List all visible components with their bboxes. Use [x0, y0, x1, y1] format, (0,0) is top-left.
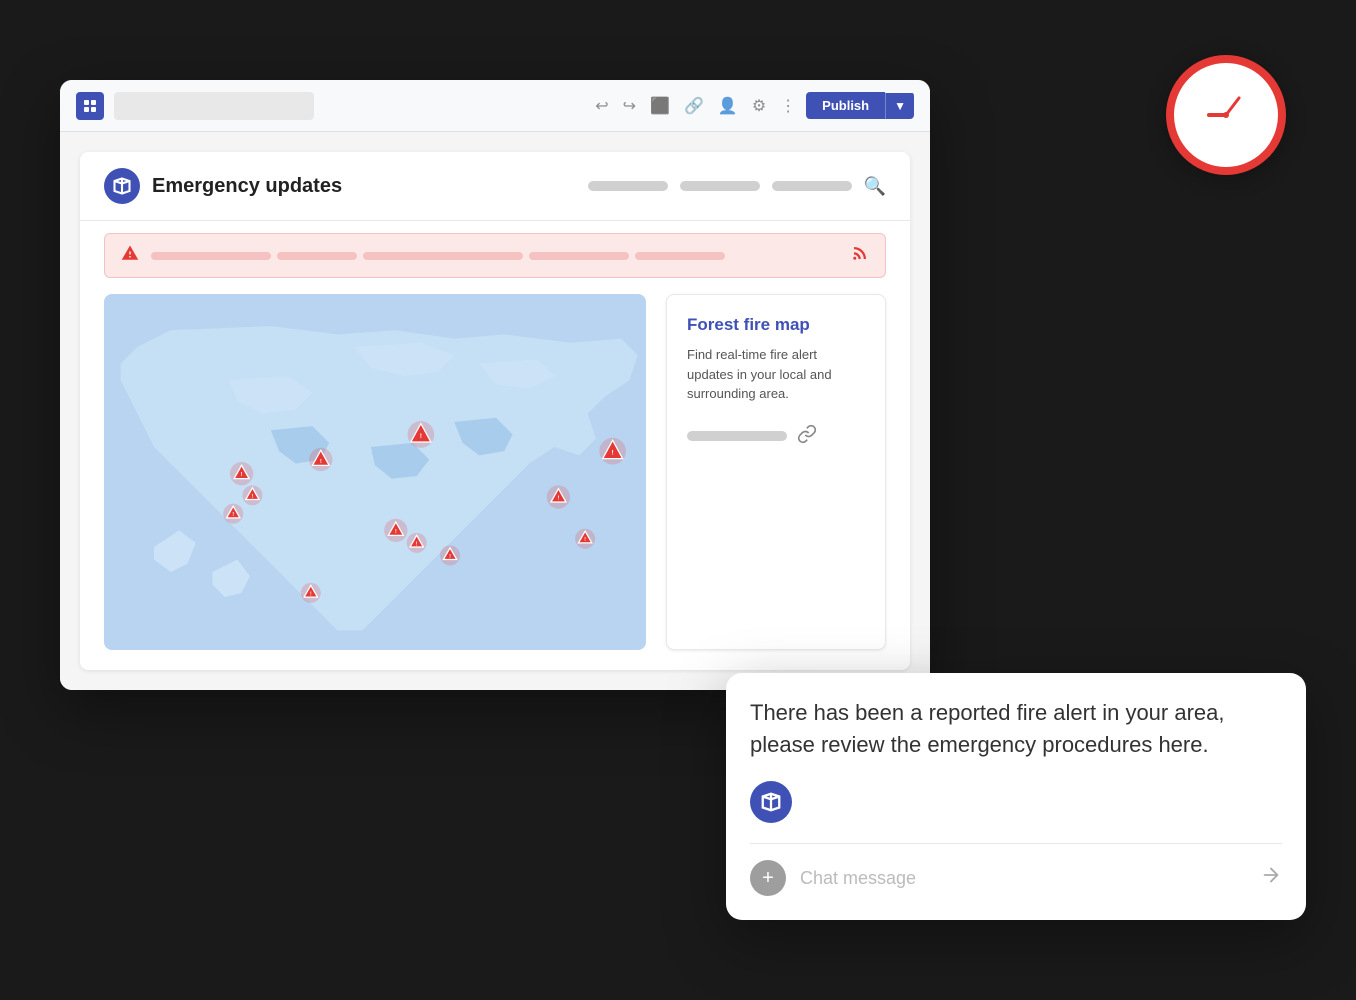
site-header: Emergency updates 🔍 [80, 152, 910, 221]
svg-text:!: ! [420, 433, 422, 440]
map-svg: ! ! ! [104, 294, 646, 650]
chat-add-button[interactable]: + [750, 860, 786, 896]
undo-icon[interactable]: ↩ [595, 96, 608, 116]
warning-icon [121, 244, 139, 267]
nav-item-2[interactable] [680, 181, 760, 191]
alert-line-4 [529, 252, 629, 260]
chat-input-row: + Chat message [750, 860, 1282, 896]
nav-item-1[interactable] [588, 181, 668, 191]
chat-input[interactable]: Chat message [800, 868, 1246, 889]
fire-marker-11: ! [575, 529, 595, 549]
svg-text:!: ! [241, 472, 243, 478]
chat-send-button[interactable] [1260, 864, 1282, 892]
fire-marker-9: ! [301, 583, 321, 603]
toolbar-icons: ↩ ↪ ⬛ 🔗 👤 ⚙ ⋮ [595, 96, 796, 116]
fire-marker-1: ! [230, 462, 253, 485]
alert-bar [104, 233, 886, 278]
fire-marker-4: ! [309, 448, 332, 471]
alert-line-2 [277, 252, 357, 260]
site-container: Emergency updates 🔍 [80, 152, 910, 670]
clock-circle [1166, 55, 1286, 175]
app-icon [76, 92, 104, 120]
info-card-link-icon[interactable] [797, 424, 817, 449]
fire-marker-3: ! [223, 504, 243, 524]
publish-dropdown-button[interactable]: ▼ [885, 93, 914, 119]
redo-icon[interactable]: ↪ [623, 96, 636, 116]
fire-marker-8: ! [440, 545, 460, 565]
link-icon[interactable]: 🔗 [684, 96, 704, 116]
site-main: ! ! ! [80, 278, 910, 666]
fire-marker-6: ! [384, 519, 407, 542]
layout-icon[interactable]: ⬛ [650, 96, 670, 116]
rss-icon [851, 244, 869, 267]
info-card-link-placeholder [687, 431, 787, 441]
fire-marker-12: ! [599, 438, 626, 465]
svg-text:!: ! [395, 529, 397, 535]
chat-window: There has been a reported fire alert in … [726, 673, 1306, 920]
svg-text:!: ! [612, 449, 614, 456]
add-user-icon[interactable]: 👤 [718, 96, 738, 116]
url-bar[interactable] [114, 92, 314, 120]
clock-face [1191, 80, 1261, 150]
fire-marker-2: ! [242, 485, 262, 505]
more-icon[interactable]: ⋮ [780, 96, 796, 116]
alert-line-5 [635, 252, 725, 260]
site-logo [104, 168, 140, 204]
settings-icon[interactable]: ⚙ [752, 96, 766, 116]
browser-window: ↩ ↪ ⬛ 🔗 👤 ⚙ ⋮ Publish ▼ [60, 80, 930, 690]
chat-sender-row [750, 781, 1282, 823]
svg-text:!: ! [320, 459, 322, 465]
info-card: Forest fire map Find real-time fire aler… [666, 294, 886, 650]
svg-text:!: ! [557, 496, 559, 502]
publish-button[interactable]: Publish [806, 92, 885, 119]
chat-message-text: There has been a reported fire alert in … [750, 697, 1282, 761]
fire-marker-5: ! [408, 421, 435, 448]
scene: ↩ ↪ ⬛ 🔗 👤 ⚙ ⋮ Publish ▼ [0, 0, 1356, 1000]
browser-content: Emergency updates 🔍 [60, 132, 930, 690]
alert-bar-content [151, 252, 839, 260]
site-nav [588, 181, 852, 191]
site-title: Emergency updates [152, 175, 576, 198]
publish-btn-group[interactable]: Publish ▼ [806, 92, 914, 119]
chat-divider [750, 843, 1282, 844]
search-icon[interactable]: 🔍 [864, 176, 886, 197]
alert-line-3 [363, 252, 523, 260]
browser-toolbar: ↩ ↪ ⬛ 🔗 👤 ⚙ ⋮ Publish ▼ [60, 80, 930, 132]
fire-marker-7: ! [407, 533, 427, 553]
fire-marker-10: ! [547, 485, 570, 508]
map-container: ! ! ! [104, 294, 646, 650]
chat-sender-avatar [750, 781, 792, 823]
info-card-footer [687, 424, 865, 449]
info-card-description: Find real-time fire alert updates in you… [687, 345, 865, 404]
info-card-title: Forest fire map [687, 315, 865, 335]
nav-item-3[interactable] [772, 181, 852, 191]
alert-line-1 [151, 252, 271, 260]
